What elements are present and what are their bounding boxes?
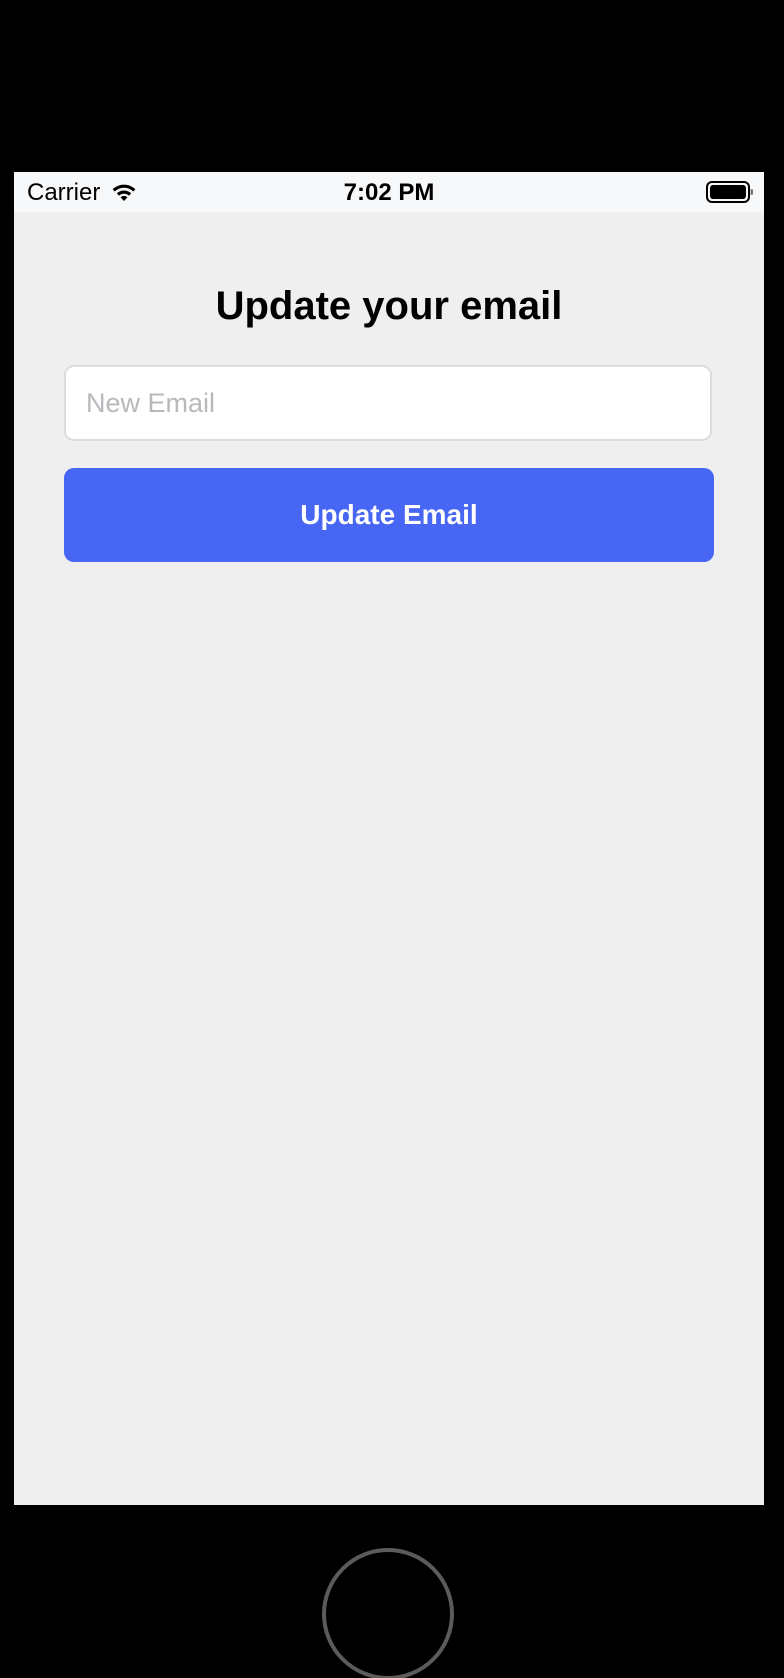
app-screen: Carrier 7:02 PM Update your email Update… bbox=[14, 172, 764, 1505]
status-time: 7:02 PM bbox=[343, 179, 435, 206]
new-email-input[interactable] bbox=[64, 365, 712, 441]
page-title: Update your email bbox=[215, 284, 563, 328]
update-email-button[interactable]: Update Email bbox=[64, 468, 714, 562]
home-button[interactable] bbox=[322, 1548, 454, 1678]
update-email-form: Update your email Update Email bbox=[14, 212, 764, 1505]
status-bar: Carrier 7:02 PM bbox=[14, 172, 764, 212]
battery-icon bbox=[706, 181, 753, 203]
device-frame: Carrier 7:02 PM Update your email Update… bbox=[0, 0, 784, 1678]
